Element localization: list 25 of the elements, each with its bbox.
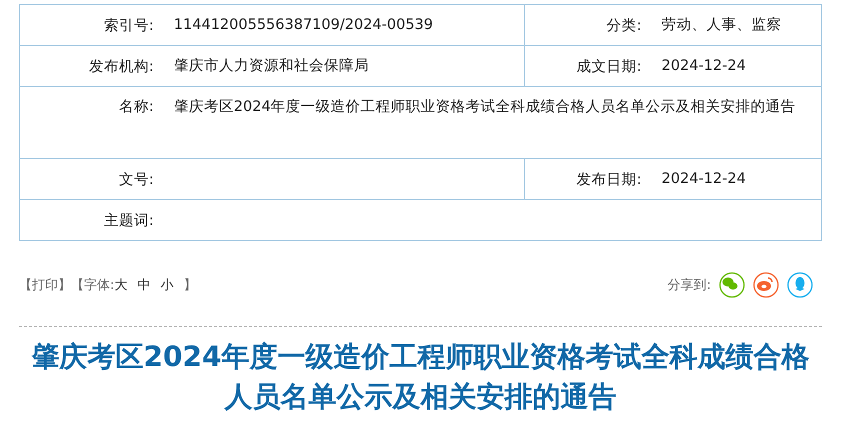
field-value: 肇庆考区2024年度一级造价工程师职业资格考试全科成绩合格人员名单公示及相关安排的通告 bbox=[174, 99, 796, 115]
field-label: 发布机构: bbox=[88, 58, 154, 74]
penguin-icon[interactable] bbox=[787, 272, 813, 298]
article-title: 肇庆考区2024年度一级造价工程师职业资格考试全科成绩合格人员名单公示及相关安排的通告 bbox=[30, 339, 810, 415]
share-label: 分享到: bbox=[668, 277, 711, 294]
print-link[interactable]: 【打印】 bbox=[19, 276, 71, 294]
font-size-link[interactable]: 小 bbox=[160, 276, 174, 294]
field-label: 发布日期: bbox=[576, 172, 642, 188]
font-size-label: 【字体: bbox=[71, 277, 114, 294]
field-label: 文号: bbox=[118, 172, 154, 188]
field-value: 劳动、人事、监察 bbox=[662, 17, 782, 33]
weibo-icon[interactable] bbox=[753, 272, 779, 298]
field-label: 名称: bbox=[118, 99, 154, 115]
field-label: 分类: bbox=[606, 18, 642, 34]
field-label: 成文日期: bbox=[576, 58, 642, 74]
field-label: 索引号: bbox=[104, 18, 154, 34]
field-value: 2024-12-24 bbox=[662, 58, 746, 74]
wechat-icon[interactable] bbox=[719, 272, 745, 298]
font-size-link[interactable]: 中 bbox=[137, 276, 150, 294]
field-value: 肇庆市人力资源和社会保障局 bbox=[174, 58, 369, 74]
field-value: 2024-12-24 bbox=[662, 171, 746, 187]
field-value: 114412005556387109/2024-00539 bbox=[174, 17, 433, 33]
bracket-text: 】 bbox=[183, 277, 196, 294]
font-size-link[interactable]: 大 bbox=[114, 276, 128, 294]
field-label: 主题词: bbox=[104, 212, 154, 228]
